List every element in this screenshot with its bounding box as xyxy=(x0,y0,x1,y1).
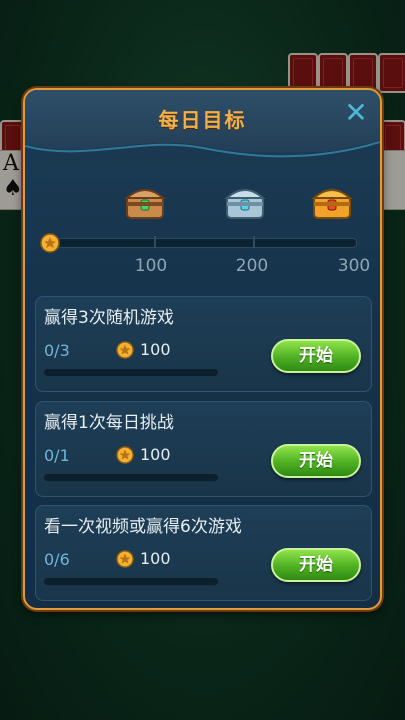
task-reward: 100 xyxy=(140,549,171,568)
start-button[interactable]: 开始 xyxy=(271,548,361,582)
start-button[interactable]: 开始 xyxy=(271,444,361,478)
task-progress: 0/1 xyxy=(44,446,70,465)
milestone-tick xyxy=(253,236,255,248)
coin-icon xyxy=(116,446,134,464)
green-chest-icon[interactable] xyxy=(124,182,166,220)
coin-icon xyxy=(116,341,134,359)
close-icon[interactable]: ✕ xyxy=(344,99,368,127)
header-wave-decoration xyxy=(25,140,380,162)
gold-chest-icon[interactable] xyxy=(311,182,353,220)
milestone-label-100: 100 xyxy=(134,256,168,276)
milestone-label-300: 300 xyxy=(337,256,371,276)
task-reward: 100 xyxy=(140,340,171,359)
milestone-label-200: 200 xyxy=(235,256,269,276)
task-progress-bar xyxy=(44,474,218,481)
daily-goals-dialog: 每日目标 ✕ 100 200 300 赢得3次随机游戏 0/3 100 开始 赢… xyxy=(23,88,382,610)
coin-icon xyxy=(40,233,60,253)
start-button[interactable]: 开始 xyxy=(271,339,361,373)
task-title: 赢得3次随机游戏 xyxy=(44,308,174,328)
dialog-title: 每日目标 xyxy=(158,108,247,132)
coin-icon xyxy=(116,550,134,568)
task-card: 赢得3次随机游戏 0/3 100 开始 xyxy=(35,296,372,392)
task-progress-bar xyxy=(44,369,218,376)
task-progress: 0/6 xyxy=(44,550,70,569)
milestone-progress-bar xyxy=(47,238,357,248)
task-card: 赢得1次每日挑战 0/1 100 开始 xyxy=(35,401,372,497)
task-reward: 100 xyxy=(140,445,171,464)
task-progress-bar xyxy=(44,578,218,585)
blue-chest-icon[interactable] xyxy=(224,182,266,220)
task-card: 看一次视频或赢得6次游戏 0/6 100 开始 xyxy=(35,505,372,601)
task-title: 看一次视频或赢得6次游戏 xyxy=(44,517,242,537)
task-title: 赢得1次每日挑战 xyxy=(44,413,174,433)
task-progress: 0/3 xyxy=(44,341,70,360)
milestone-tick xyxy=(154,236,156,248)
